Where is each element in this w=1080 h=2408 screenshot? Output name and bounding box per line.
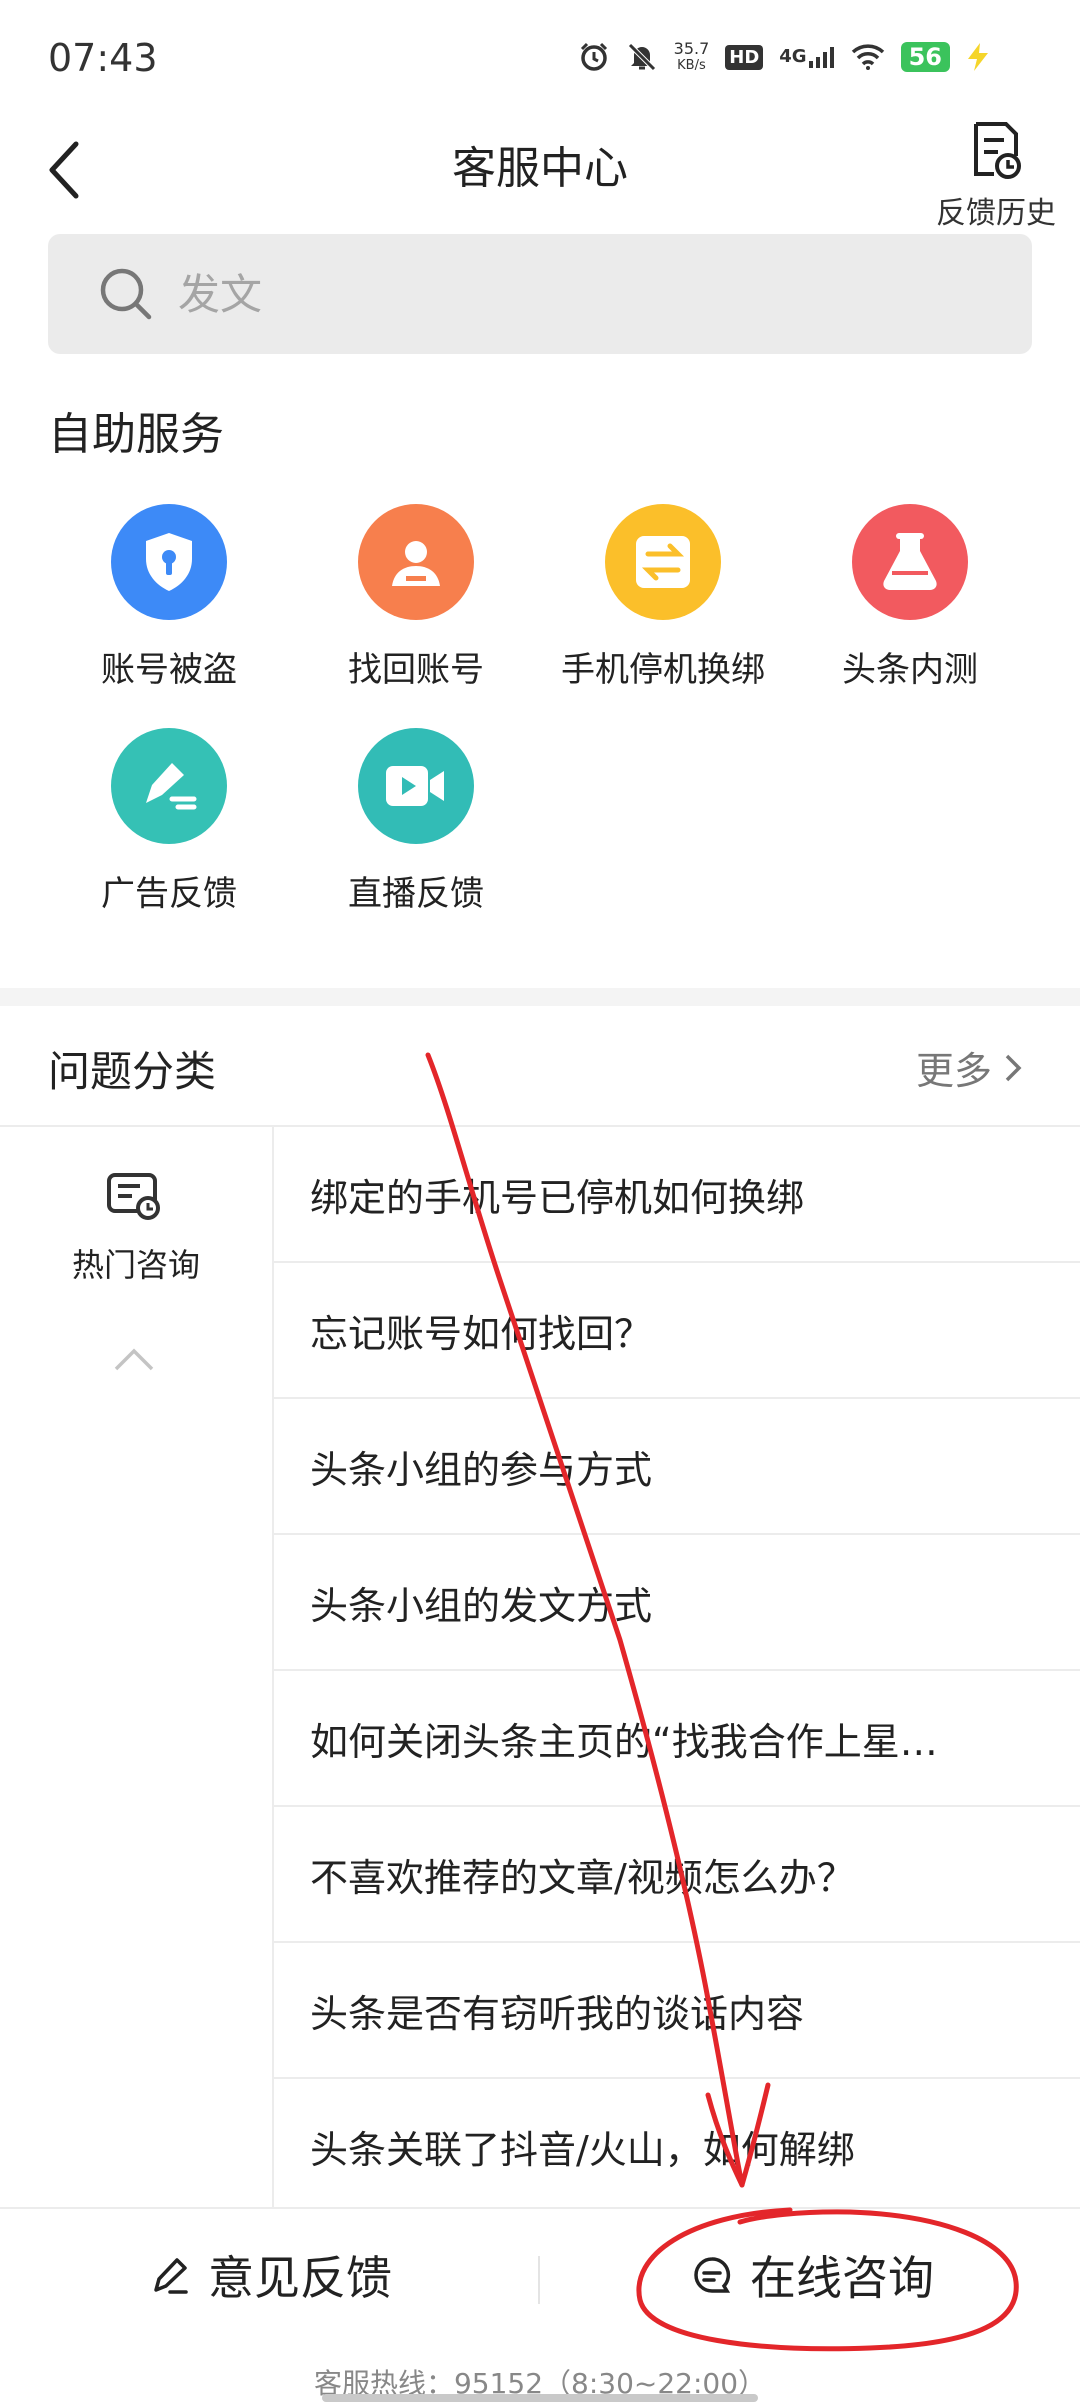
flask-icon — [852, 504, 968, 620]
question-text: 如何关闭头条主页的“找我合作上星… — [310, 1719, 938, 1764]
question-item[interactable]: 如何关闭头条主页的“找我合作上星… — [274, 1671, 1080, 1807]
search-icon — [100, 268, 152, 320]
hot-consult-icon[interactable] — [106, 1172, 162, 1222]
alarm-icon — [580, 42, 607, 71]
question-text: 头条是否有窃听我的谈话内容 — [310, 1991, 805, 2036]
search-bar[interactable] — [48, 234, 1032, 354]
question-text: 头条关联了抖音/火山，如何解绑 — [310, 2127, 855, 2172]
hd-badge: HD — [725, 44, 764, 70]
self-service-title: 自助服务 — [48, 409, 224, 460]
service-label: 直播反馈 — [348, 874, 484, 914]
service-label: 广告反馈 — [101, 874, 237, 914]
wifi-icon — [851, 44, 884, 70]
question-item[interactable]: 头条是否有窃听我的谈话内容 — [274, 1943, 1080, 2079]
shield-lock-icon — [111, 504, 227, 620]
chevron-right-icon — [1005, 1054, 1022, 1081]
net-speed: 35.7 KB/s — [674, 40, 710, 74]
feedback-history-label: 反馈历史 — [936, 196, 1056, 231]
video-camera-icon — [358, 728, 474, 844]
service-recover-account[interactable]: 找回账号 — [292, 504, 540, 691]
pen-edit-icon — [111, 728, 227, 844]
service-account-stolen[interactable]: 账号被盗 — [45, 504, 293, 691]
service-beta-test[interactable]: 头条内测 — [786, 504, 1034, 691]
signal-icon — [808, 47, 834, 68]
feedback-history-button[interactable]: 反馈历史 — [926, 120, 1066, 232]
history-document-icon — [974, 122, 1021, 179]
question-item[interactable]: 忘记账号如何找回？ — [274, 1263, 1080, 1399]
service-label: 头条内测 — [842, 650, 978, 690]
category-title: 问题分类 — [48, 1047, 217, 1096]
pencil-icon — [154, 2258, 188, 2294]
question-item[interactable]: 头条关联了抖音/火山，如何解绑 — [274, 2079, 1080, 2213]
service-phone-rebind[interactable]: 手机停机换绑 — [539, 504, 787, 691]
chevron-up-icon[interactable] — [112, 1345, 156, 1373]
charging-icon — [968, 43, 988, 71]
service-ad-feedback[interactable]: 广告反馈 — [45, 728, 293, 915]
chat-bubble-icon — [694, 2257, 731, 2293]
more-link[interactable]: 更多 — [916, 1040, 1022, 1095]
question-text: 头条小组的参与方式 — [310, 1447, 653, 1492]
service-label: 手机停机换绑 — [561, 650, 765, 690]
home-indicator[interactable] — [322, 2394, 758, 2402]
service-label: 找回账号 — [348, 650, 484, 690]
feedback-label: 意见反馈 — [208, 2251, 392, 2305]
question-text: 不喜欢推荐的文章/视频怎么办？ — [310, 1855, 855, 1900]
network-type: 4G — [779, 46, 834, 68]
battery-level: 56 — [900, 42, 950, 72]
user-card-icon — [358, 504, 474, 620]
question-text: 绑定的手机号已停机如何换绑 — [310, 1175, 805, 1220]
service-live-feedback[interactable]: 直播反馈 — [292, 728, 540, 915]
network-label: 4G — [779, 46, 807, 67]
question-item[interactable]: 头条小组的参与方式 — [274, 1399, 1080, 1535]
net-speed-value: 35.7 — [673, 39, 710, 58]
question-item[interactable]: 头条小组的发文方式 — [274, 1535, 1080, 1671]
mute-bell-icon — [627, 43, 656, 71]
page-title: 客服中心 — [452, 143, 628, 194]
service-label: 账号被盗 — [101, 650, 237, 690]
net-speed-unit: KB/s — [677, 58, 706, 73]
question-text: 忘记账号如何找回？ — [310, 1311, 653, 1356]
bottom-divider — [538, 2256, 540, 2304]
status-time: 07:43 — [48, 36, 158, 80]
question-text: 头条小组的发文方式 — [310, 1583, 653, 1628]
question-item[interactable]: 不喜欢推荐的文章/视频怎么办？ — [274, 1807, 1080, 1943]
feedback-button[interactable]: 意见反馈 — [150, 2242, 392, 2308]
section-divider — [0, 988, 1080, 1006]
hot-consult-label[interactable]: 热门咨询 — [0, 1240, 272, 1286]
swap-icon — [605, 504, 721, 620]
consult-label: 在线咨询 — [750, 2251, 934, 2305]
category-sidebar — [0, 1127, 274, 2207]
status-icons: 35.7 KB/s HD 4G 56 — [578, 40, 990, 74]
search-input[interactable] — [176, 268, 1032, 320]
online-consult-button[interactable]: 在线咨询 — [692, 2242, 934, 2308]
question-item[interactable]: 绑定的手机号已停机如何换绑 — [274, 1127, 1080, 1263]
more-label: 更多 — [915, 1049, 992, 1093]
